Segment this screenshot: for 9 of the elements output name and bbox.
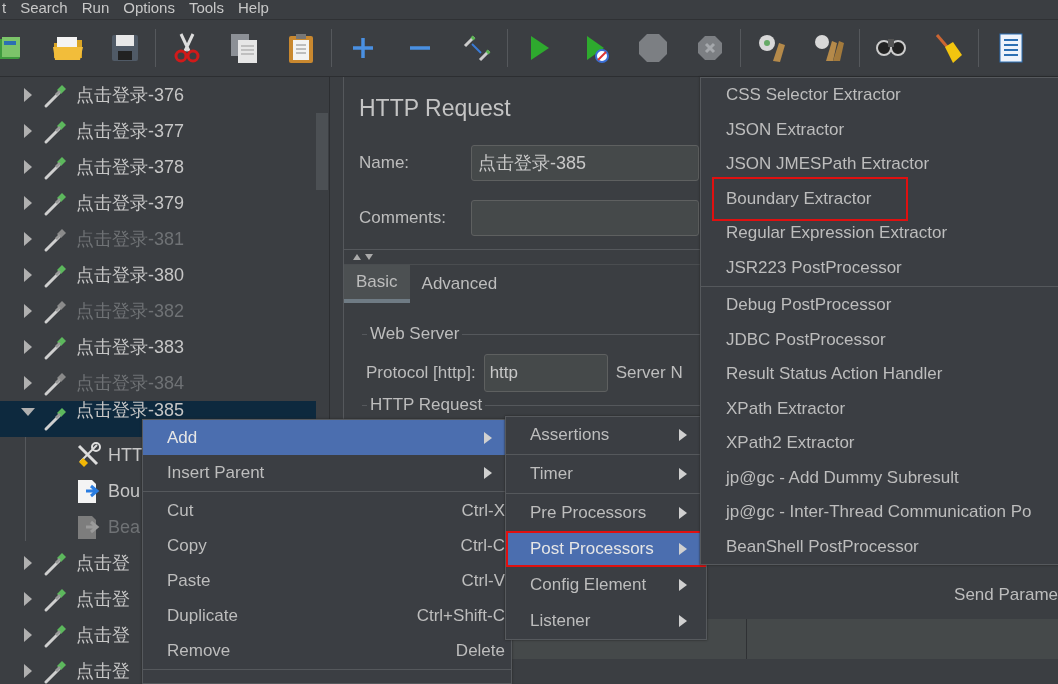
field-label: Protocol [http]: — [366, 363, 476, 383]
field-label: Server N — [615, 363, 683, 383]
field-label: Name: — [359, 153, 411, 173]
field-label: Comments: — [359, 208, 447, 228]
section-label: Send Parame — [954, 585, 1058, 605]
panel-title: HTTP Request — [359, 95, 511, 123]
group-legend: HTTP Request — [370, 395, 483, 415]
highlight-box: Boundary Extractor — [712, 176, 908, 221]
group-legend: Web Server — [370, 324, 460, 344]
